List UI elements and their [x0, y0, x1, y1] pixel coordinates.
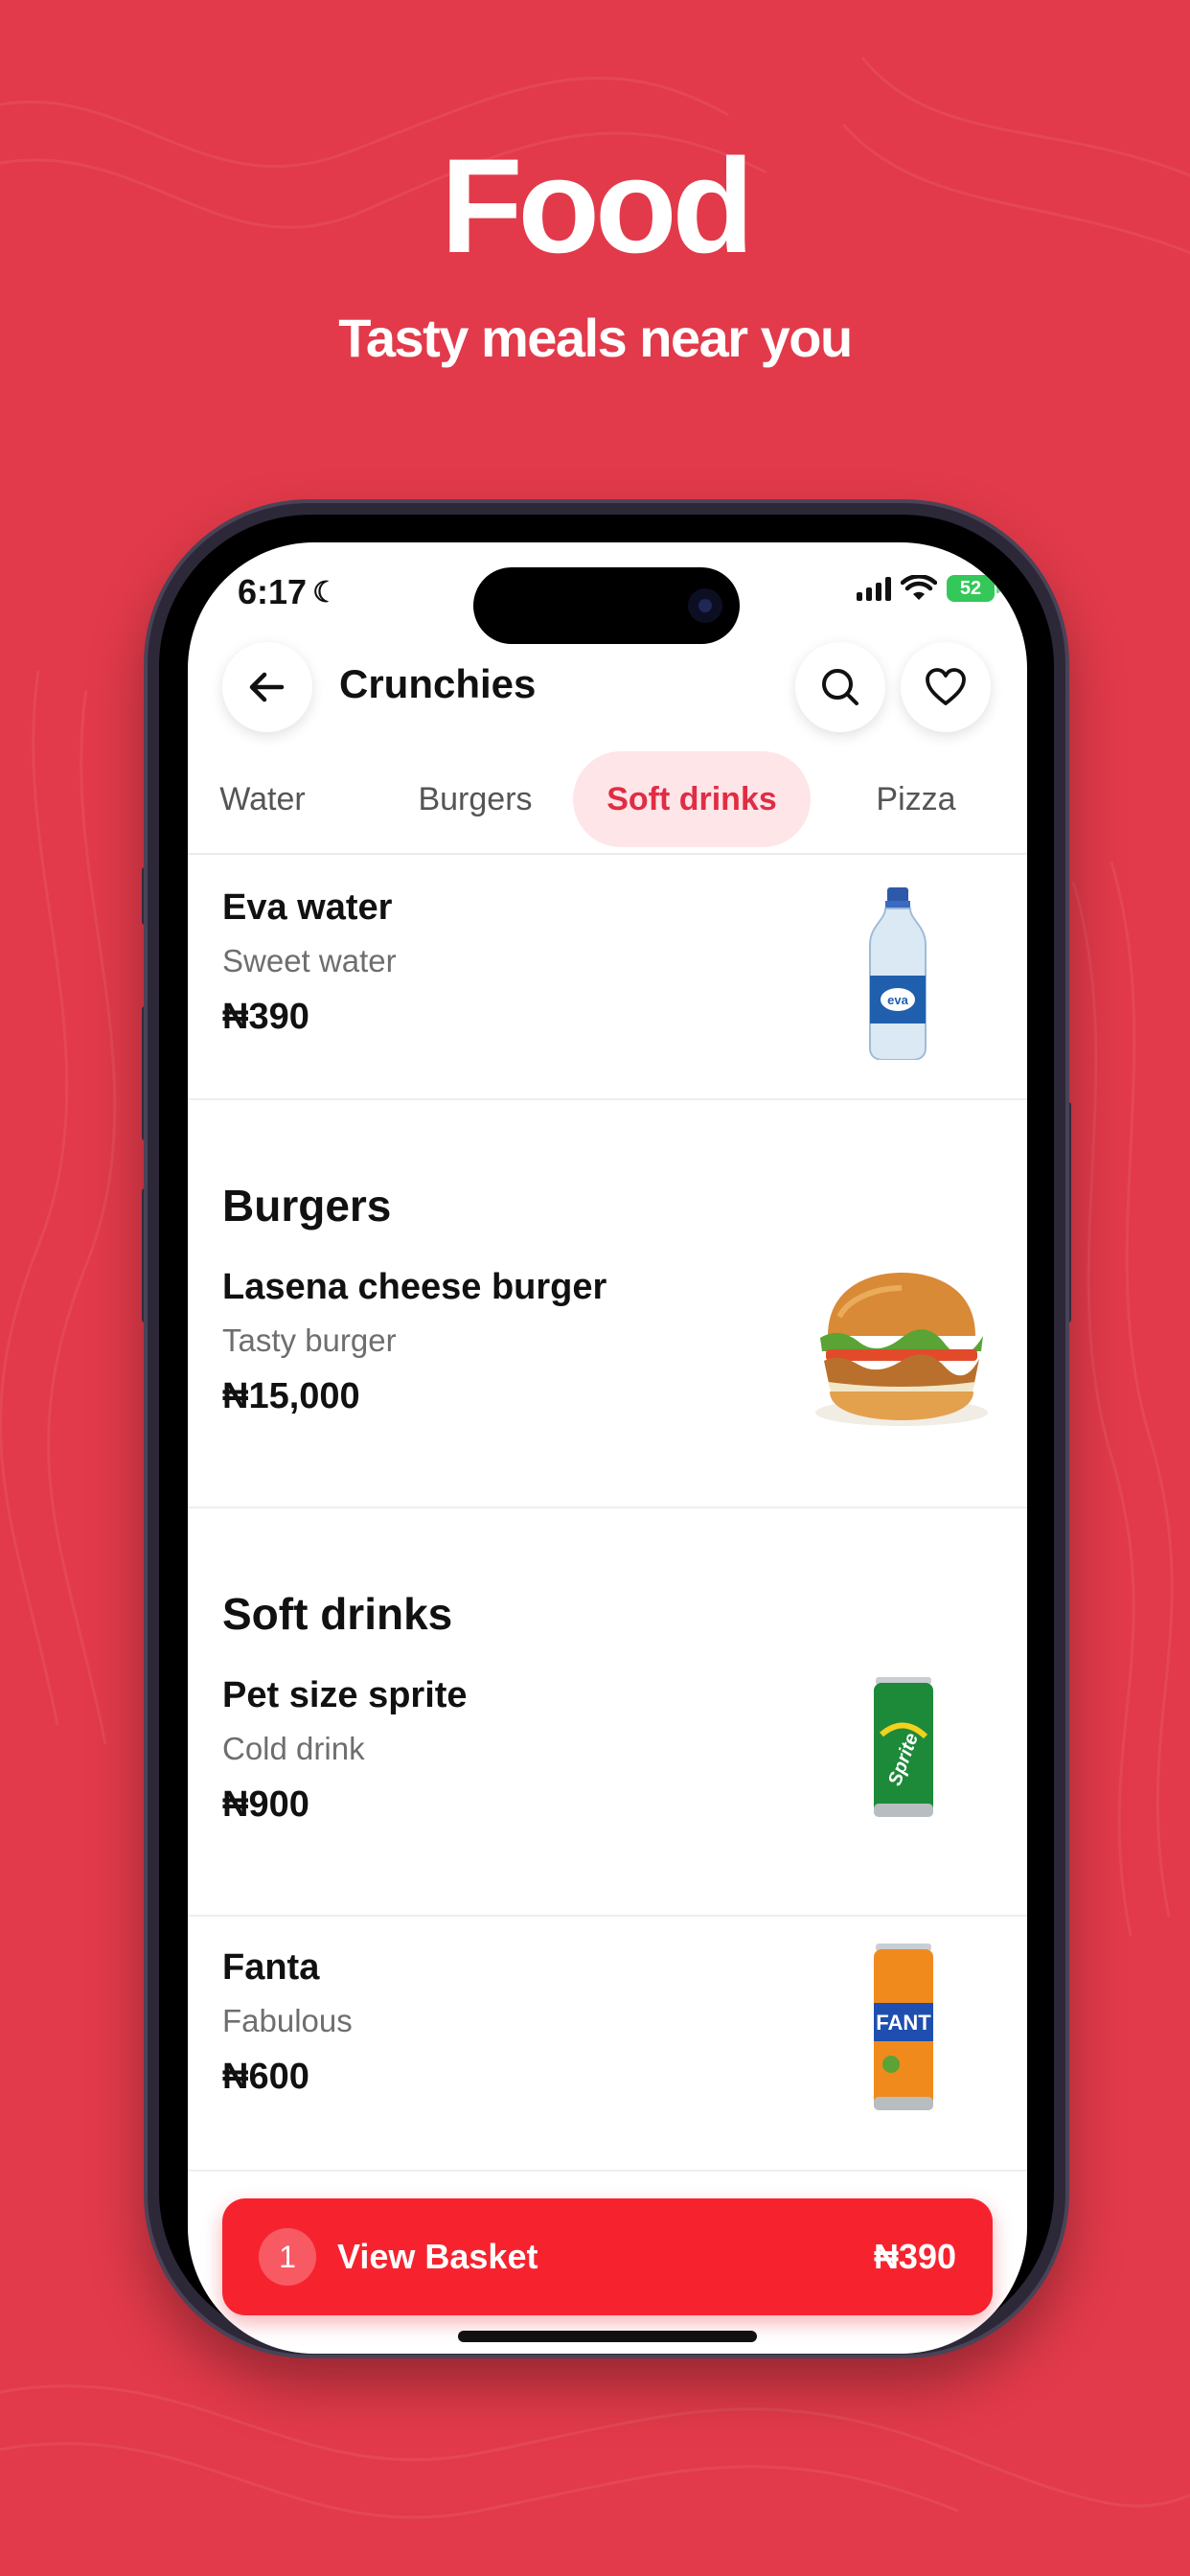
basket-total: ₦390 — [873, 2237, 956, 2276]
battery-icon: 52 — [947, 575, 1000, 602]
cellular-signal-icon — [857, 576, 891, 601]
water-bottle-image: eva — [869, 887, 927, 1060]
dynamic-island — [473, 567, 740, 644]
tab-water[interactable]: Water — [195, 751, 330, 847]
status-indicators: 52 — [857, 575, 1000, 602]
item-name: Fanta — [222, 1947, 320, 1988]
item-price: ₦900 — [222, 1784, 309, 1825]
wifi-icon — [901, 575, 937, 600]
hero-title: Food — [440, 130, 754, 281]
camera-icon — [688, 588, 722, 623]
hero-subtitle: Tasty meals near you — [338, 308, 853, 368]
svg-text:FANT: FANT — [876, 2011, 931, 2035]
back-button[interactable] — [222, 642, 312, 732]
home-indicator[interactable] — [458, 2331, 757, 2342]
arrow-left-icon — [249, 672, 285, 702]
basket-count-badge: 1 — [259, 2228, 316, 2286]
tab-burgers[interactable]: Burgers — [379, 751, 571, 847]
item-name: Lasena cheese burger — [222, 1267, 607, 1307]
item-price: ₦15,000 — [222, 1376, 360, 1416]
svg-text:eva: eva — [887, 993, 908, 1007]
phone-power-button — [1065, 1102, 1071, 1322]
phone-screen: 6:17 ☾ 52 Crunchies Water Burgers Soft d… — [188, 542, 1027, 2354]
basket-label: View Basket — [337, 2237, 538, 2276]
view-basket-button[interactable]: 1 View Basket ₦390 — [222, 2198, 993, 2315]
heart-icon — [926, 668, 966, 705]
favorite-button[interactable] — [901, 642, 991, 732]
burger-image — [815, 1273, 988, 1426]
item-divider — [188, 1506, 1027, 1508]
fanta-can-image: FANT — [874, 1944, 933, 2110]
search-icon — [822, 669, 858, 705]
item-description: Fabulous — [222, 2003, 353, 2038]
section-title-soft-drinks: Soft drinks — [222, 1589, 453, 1639]
item-description: Tasty burger — [222, 1322, 397, 1358]
tab-pizza[interactable]: Pizza — [849, 751, 983, 847]
item-name: Eva water — [222, 887, 393, 928]
search-button[interactable] — [795, 642, 885, 732]
store-name: Crunchies — [339, 661, 537, 706]
status-time: 6:17 ☾ — [238, 572, 338, 611]
menu-item[interactable]: Eva water Sweet water ₦390 eva — [188, 855, 1027, 1098]
menu-item[interactable]: Pet size sprite Cold drink ₦900 Sprite — [188, 1671, 1027, 1915]
item-price: ₦600 — [222, 2057, 309, 2097]
item-price: ₦390 — [222, 997, 309, 1037]
item-description: Cold drink — [222, 1731, 365, 1766]
item-divider — [188, 2170, 1027, 2172]
menu-item[interactable]: Fanta Fabulous ₦600 FANT — [188, 1915, 1027, 2170]
category-tabs: Water Burgers Soft drinks Pizza — [188, 751, 1027, 847]
item-divider — [188, 1098, 1027, 1100]
moon-icon: ☾ — [312, 577, 338, 609]
item-name: Pet size sprite — [222, 1675, 468, 1715]
section-title-burgers: Burgers — [222, 1181, 392, 1230]
sprite-can-image: Sprite — [874, 1677, 933, 1817]
menu-item[interactable]: Lasena cheese burger Tasty burger ₦15,00… — [188, 1263, 1027, 1506]
item-description: Sweet water — [222, 943, 397, 978]
tab-soft-drinks[interactable]: Soft drinks — [573, 751, 811, 847]
